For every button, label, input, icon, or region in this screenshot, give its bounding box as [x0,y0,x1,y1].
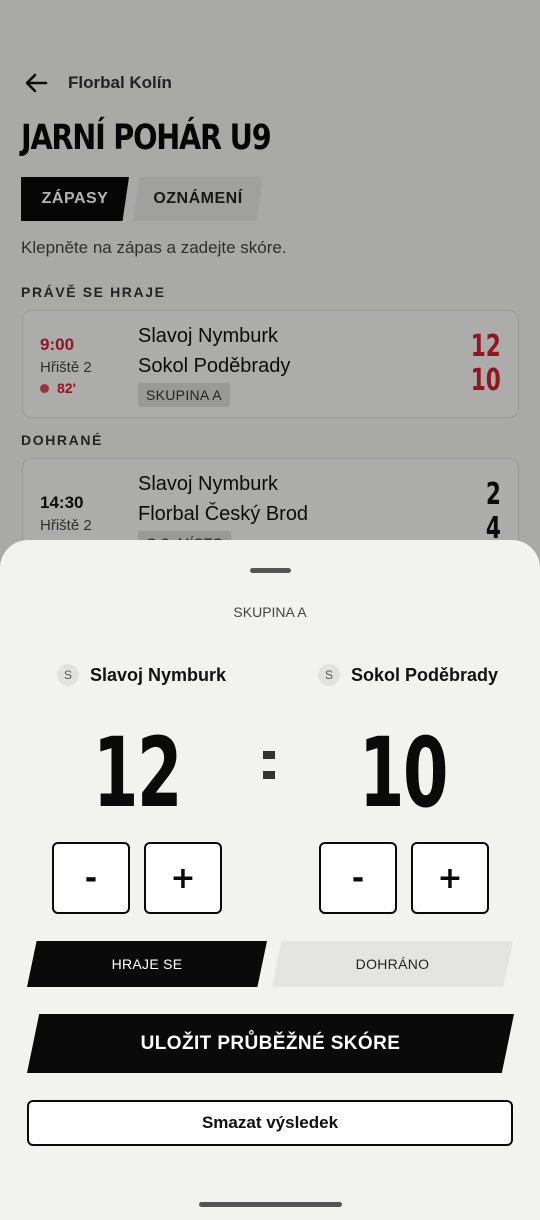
score-entry-sheet: SKUPINA A S Slavoj Nymburk S Sokol Poděb… [0,540,540,1220]
home-plus-button[interactable]: + [144,842,222,914]
away-plus-button[interactable]: + [411,842,489,914]
away-team-header: S Sokol Poděbrady [318,664,498,686]
save-score-button[interactable]: ULOŽIT PRŮBĚŽNÉ SKÓRE [27,1014,514,1073]
away-minus-button[interactable]: - [319,842,397,914]
home-team-avatar: S [57,664,79,686]
away-team-name: Sokol Poděbrady [351,664,499,685]
sheet-group-label: SKUPINA A [233,604,307,620]
home-team-header: S Slavoj Nymburk [57,664,226,686]
home-team-name: Slavoj Nymburk [90,664,227,685]
away-team-avatar: S [318,664,340,686]
delete-result-button[interactable]: Smazat výsledek [27,1100,513,1146]
away-score-display: 10 [358,717,448,829]
status-finished-button[interactable]: DOHRÁNO [272,941,513,987]
status-live-button[interactable]: HRAJE SE [27,941,267,987]
drag-handle[interactable] [250,568,291,573]
home-score-display: 12 [92,717,182,829]
home-indicator[interactable] [199,1202,342,1207]
score-separator [263,751,275,791]
home-minus-button[interactable]: - [52,842,130,914]
